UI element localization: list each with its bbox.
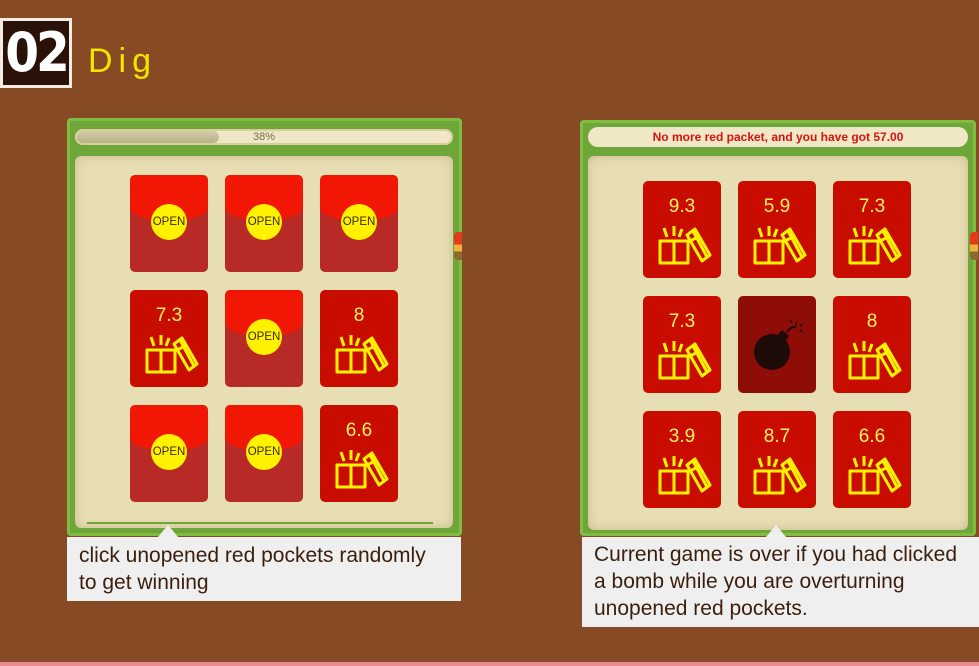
pocket-amount: 7.3 bbox=[858, 196, 886, 217]
gift-icon bbox=[144, 334, 200, 376]
pocket-amount: 3.9 bbox=[668, 426, 696, 447]
unopened-red-pocket[interactable]: OPEN bbox=[225, 290, 303, 387]
gift-icon bbox=[847, 225, 903, 267]
left-caption: click unopened red pockets randomly to g… bbox=[67, 537, 461, 601]
left-game-panel: 38% OPEN OPEN OPEN 7.3 OPEN 8 OPEN OPEN 6.6 bbox=[67, 118, 462, 536]
pocket-amount: 8.7 bbox=[763, 426, 791, 447]
pocket-amount: 5.9 bbox=[763, 196, 791, 217]
right-caption: Current game is over if you had clicked … bbox=[582, 537, 979, 627]
gift-icon bbox=[847, 455, 903, 497]
board-divider bbox=[87, 522, 433, 524]
open-button[interactable]: OPEN bbox=[246, 434, 282, 470]
opened-red-pocket: 8.7 bbox=[738, 411, 816, 508]
opened-red-pocket: 7.3 bbox=[130, 290, 208, 387]
pocket-amount: 6.6 bbox=[858, 426, 886, 447]
gift-icon bbox=[334, 334, 390, 376]
gift-icon bbox=[657, 225, 713, 267]
decoration-icon bbox=[970, 232, 978, 260]
opened-red-pocket: 6.6 bbox=[833, 411, 911, 508]
right-game-panel: No more red packet, and you have got 57.… bbox=[580, 120, 976, 536]
open-button[interactable]: OPEN bbox=[341, 204, 377, 240]
open-button[interactable]: OPEN bbox=[151, 434, 187, 470]
bomb-pocket bbox=[738, 296, 816, 393]
unopened-red-pocket[interactable]: OPEN bbox=[225, 405, 303, 502]
pocket-amount: 7.3 bbox=[155, 305, 183, 326]
opened-red-pocket: 9.3 bbox=[643, 181, 721, 278]
pocket-amount: 8 bbox=[866, 311, 878, 332]
decoration-icon bbox=[454, 232, 462, 260]
gift-icon bbox=[334, 449, 390, 491]
open-button[interactable]: OPEN bbox=[246, 319, 282, 355]
bottom-strip bbox=[0, 662, 979, 666]
pocket-amount: 7.3 bbox=[668, 311, 696, 332]
gift-icon bbox=[657, 455, 713, 497]
caption-pointer bbox=[766, 525, 786, 537]
gift-icon bbox=[847, 340, 903, 382]
step-number-badge: 02 bbox=[0, 18, 72, 88]
opened-red-pocket: 8 bbox=[320, 290, 398, 387]
progress-bar: 38% bbox=[75, 129, 453, 145]
progress-label: 38% bbox=[252, 131, 276, 143]
opened-red-pocket: 8 bbox=[833, 296, 911, 393]
gift-icon bbox=[657, 340, 713, 382]
opened-red-pocket: 7.3 bbox=[643, 296, 721, 393]
opened-red-pocket: 3.9 bbox=[643, 411, 721, 508]
open-button[interactable]: OPEN bbox=[246, 204, 282, 240]
status-message: No more red packet, and you have got 57.… bbox=[588, 127, 968, 147]
caption-pointer bbox=[158, 525, 178, 537]
pocket-amount: 8 bbox=[353, 305, 365, 326]
bomb-icon bbox=[750, 319, 804, 372]
open-button[interactable]: OPEN bbox=[151, 204, 187, 240]
opened-red-pocket: 5.9 bbox=[738, 181, 816, 278]
opened-red-pocket: 7.3 bbox=[833, 181, 911, 278]
unopened-red-pocket[interactable]: OPEN bbox=[130, 175, 208, 272]
pocket-amount: 9.3 bbox=[668, 196, 696, 217]
left-card-board: OPEN OPEN OPEN 7.3 OPEN 8 OPEN OPEN 6.6 bbox=[75, 156, 453, 528]
unopened-red-pocket[interactable]: OPEN bbox=[225, 175, 303, 272]
gift-icon bbox=[752, 225, 808, 267]
gift-icon bbox=[752, 455, 808, 497]
pocket-amount: 6.6 bbox=[345, 420, 373, 441]
step-title: Dig bbox=[88, 42, 158, 80]
opened-red-pocket: 6.6 bbox=[320, 405, 398, 502]
right-card-board: 9.3 5.9 7.3 7.3 8 3.9 8.7 6.6 bbox=[588, 156, 968, 530]
unopened-red-pocket[interactable]: OPEN bbox=[130, 405, 208, 502]
unopened-red-pocket[interactable]: OPEN bbox=[320, 175, 398, 272]
